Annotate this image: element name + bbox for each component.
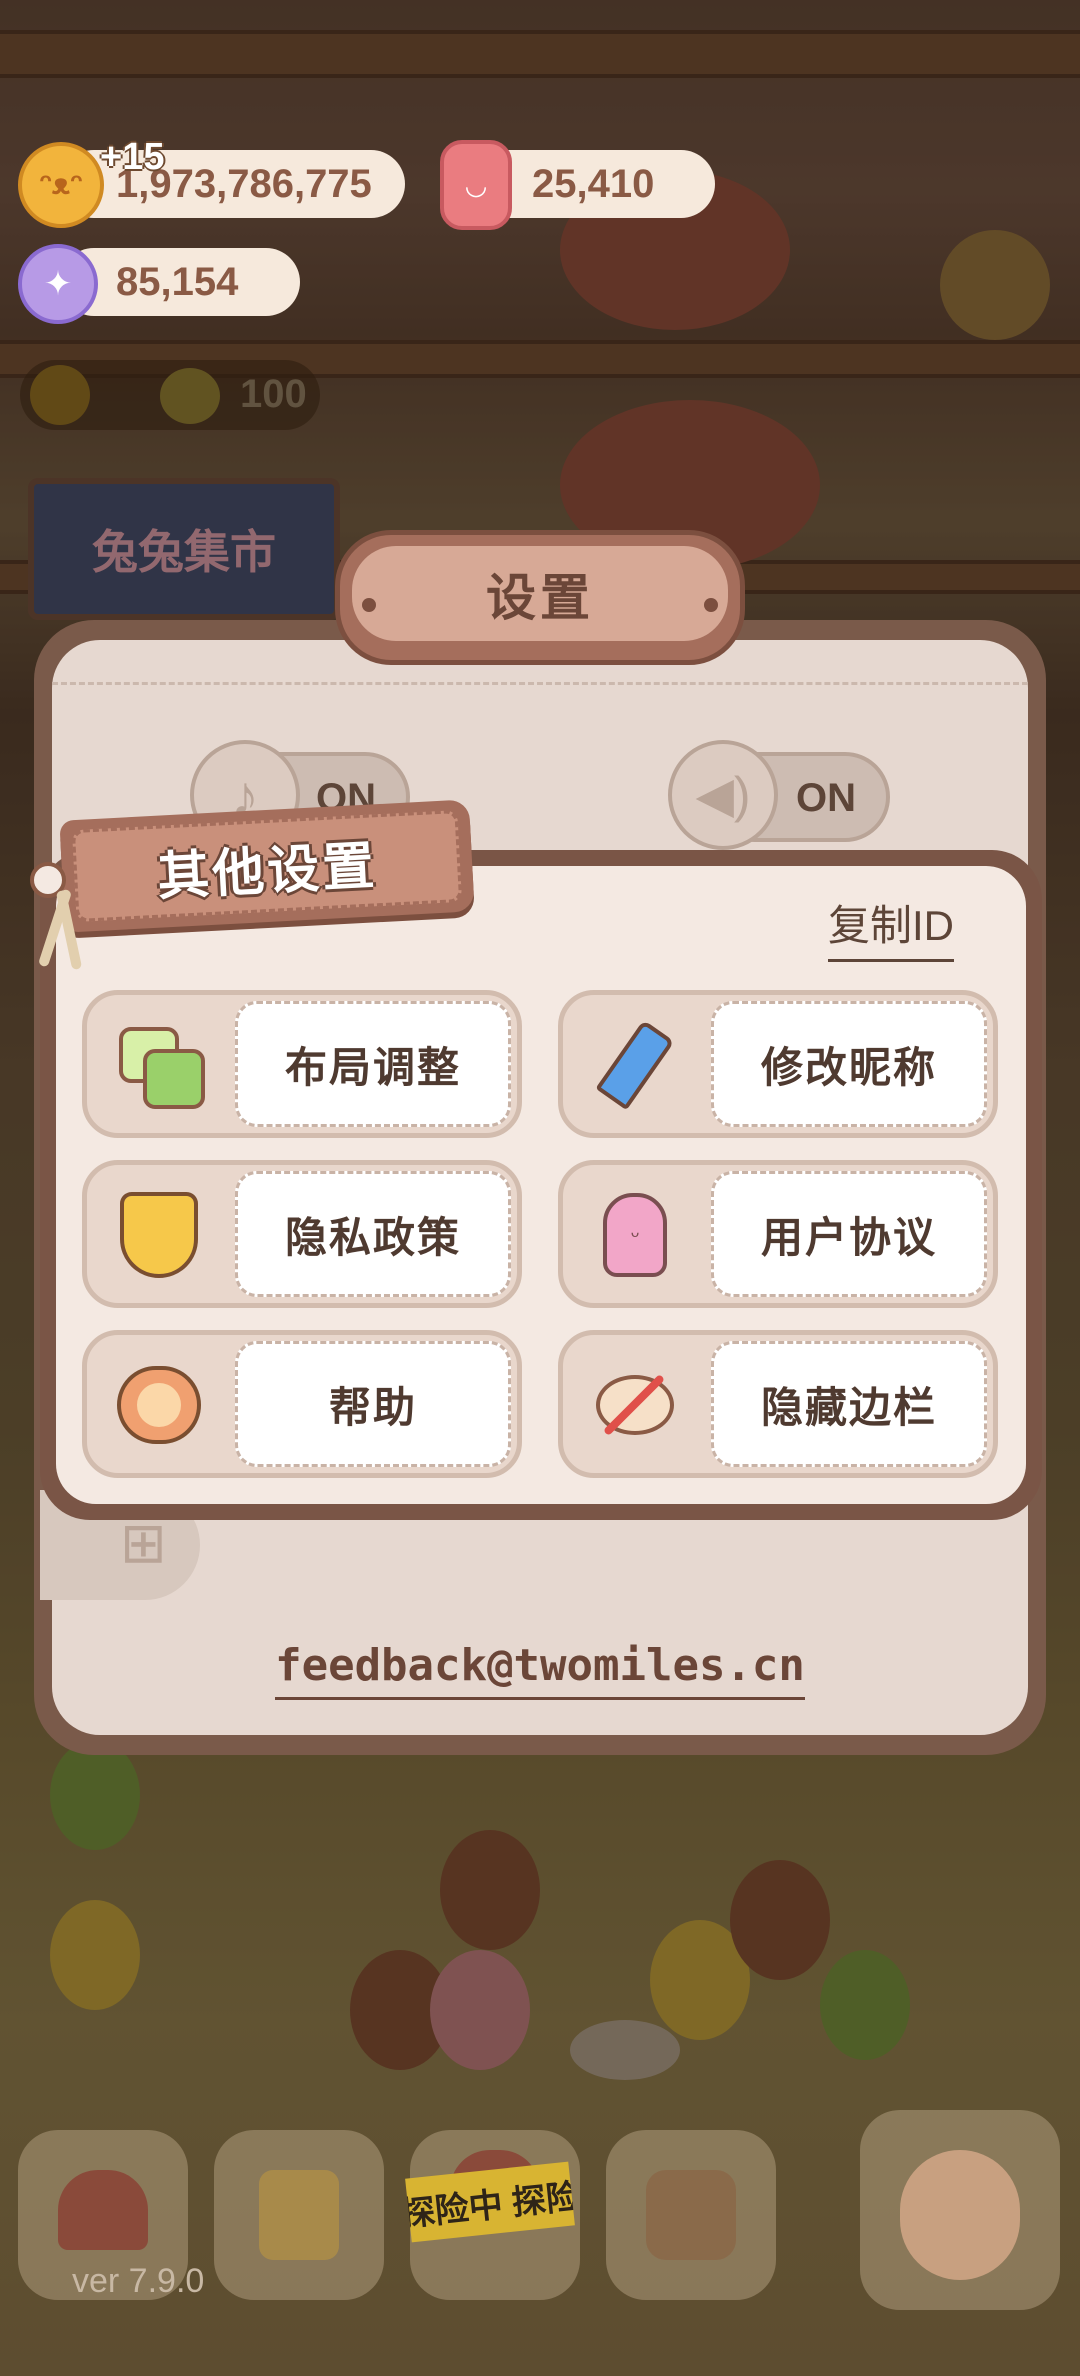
change-nickname-label: 修改昵称	[760, 1043, 937, 1091]
panel-stitch-line	[52, 682, 1028, 685]
change-nickname-button[interactable]: 修改昵称	[558, 990, 998, 1138]
layout-adjust-button[interactable]: 布局调整	[82, 990, 522, 1138]
help-label: 帮助	[328, 1383, 417, 1431]
headset-icon	[117, 1363, 201, 1447]
shop-icon	[646, 2170, 736, 2260]
other-settings-tag-inner: 其他设置	[71, 809, 463, 923]
pencil-icon	[593, 1019, 677, 1111]
sound-toggle-knob[interactable]: ◀)	[668, 740, 778, 850]
speaker-icon: ◀)	[695, 767, 751, 823]
gem-value: 85,154	[116, 259, 239, 304]
user-agreement-face: 用户协议	[711, 1171, 987, 1297]
change-nickname-face: 修改昵称	[711, 1001, 987, 1127]
hide-sidebar-face: 隐藏边栏	[711, 1341, 987, 1467]
feedback-email-link[interactable]: feedback@twomiles.cn	[275, 1640, 805, 1700]
sound-toggle-state: ON	[796, 776, 856, 820]
settings-title-plate-inner: 设置	[352, 546, 728, 641]
candle-icon: ◡	[440, 140, 512, 230]
layout-icon	[117, 1023, 205, 1109]
layout-adjust-face: 布局调整	[235, 1001, 511, 1127]
hide-sidebar-label: 隐藏边栏	[760, 1383, 937, 1431]
user-icon: ᵕ	[593, 1193, 677, 1277]
other-settings-title: 其他设置	[155, 836, 379, 907]
candy-icon: ✦	[18, 244, 98, 324]
other-settings-tag: 其他设置	[59, 799, 475, 933]
user-agreement-label: 用户协议	[760, 1213, 937, 1261]
version-label: ver 7.9.0	[72, 2262, 205, 2300]
coin-gain-badge: +15	[100, 136, 165, 178]
privacy-policy-label: 隐私政策	[284, 1213, 461, 1261]
notebook-tab[interactable]	[214, 2130, 384, 2300]
notebook-icon	[259, 2170, 339, 2260]
user-agreement-button[interactable]: ᵕ 用户协议	[558, 1160, 998, 1308]
privacy-policy-button[interactable]: 隐私政策	[82, 1160, 522, 1308]
mushroom-house-icon	[58, 2170, 148, 2250]
character-icon	[900, 2150, 1020, 2280]
hide-sidebar-button[interactable]: 隐藏边栏	[558, 1330, 998, 1478]
settings-title: 设置	[486, 569, 594, 626]
coin-icon: ᵔᴥᵔ	[18, 142, 104, 228]
privacy-policy-face: 隐私政策	[235, 1171, 511, 1297]
feedback-email-row: feedback@twomiles.cn	[0, 1640, 1080, 1700]
plate-stud	[704, 598, 718, 612]
layout-adjust-label: 布局调整	[284, 1043, 461, 1091]
shield-icon	[117, 1192, 201, 1278]
copy-id-link[interactable]: 复制ID	[828, 892, 955, 962]
plate-stud	[362, 598, 376, 612]
candle-value: 25,410	[532, 161, 655, 206]
character-tab[interactable]	[860, 2110, 1060, 2310]
help-button[interactable]: 帮助	[82, 1330, 522, 1478]
help-face: 帮助	[235, 1341, 511, 1467]
shop-tab[interactable]	[606, 2130, 776, 2300]
hide-sidebar-icon	[593, 1363, 677, 1447]
